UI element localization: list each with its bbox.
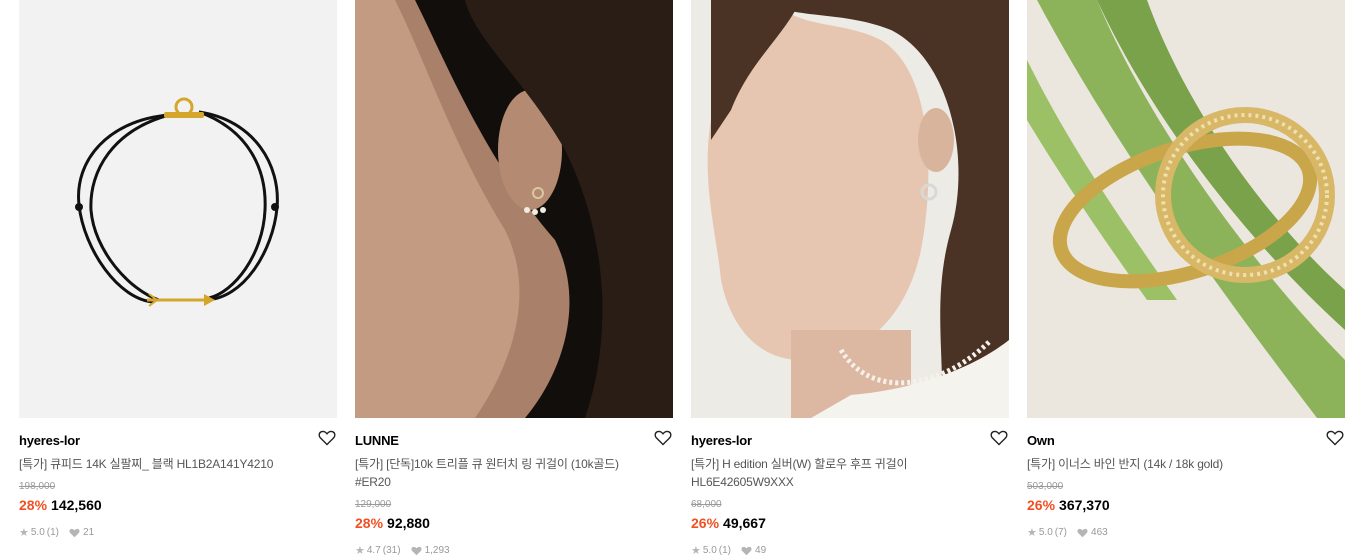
like-count: 49 [755,545,767,556]
star-icon: ★ [19,527,29,539]
like-heart-icon [69,528,80,537]
product-image[interactable] [691,0,1009,418]
product-title[interactable]: [특가] 이너스 바인 반지 (14k / 18k gold) [1027,455,1327,473]
discount-rate: 26% [691,515,720,531]
product-card[interactable]: hyeres-lor [특가] H edition 실버(W) 할로우 후프 귀… [691,0,1009,557]
sale-price: 92,880 [387,515,430,531]
discount-rate: 28% [355,515,384,531]
sale-price: 49,667 [723,515,766,531]
like-count: 1,293 [424,545,450,556]
product-card[interactable]: hyeres-lor [특가] 큐피드 14K 실팔찌_ 블랙 HL1B2A14… [19,0,337,549]
sale-price: 142,560 [51,497,102,513]
review-count: (1) [718,545,732,556]
product-meta: ★ 4.7 (31) 1,293 [355,544,450,557]
bracelet-image [19,0,337,418]
product-image[interactable] [355,0,673,418]
rating: 5.0 [702,545,717,556]
like-count: 21 [83,527,95,538]
product-title[interactable]: [특가] 큐피드 14K 실팔찌_ 블랙 HL1B2A141Y4210 [19,455,319,473]
heart-icon[interactable] [318,430,336,446]
like-heart-icon [741,546,752,555]
price-row: 28% 142,560 [19,497,102,513]
heart-icon[interactable] [1326,430,1344,446]
star-icon: ★ [355,545,365,557]
product-meta: ★ 5.0 (1) 49 [691,544,766,557]
original-price: 68,000 [691,499,722,510]
discount-rate: 28% [19,497,48,513]
product-card[interactable]: Own [특가] 이너스 바인 반지 (14k / 18k gold) 503,… [1027,0,1345,549]
brand-name[interactable]: hyeres-lor [691,433,752,448]
rating: 5.0 [30,527,45,538]
like-heart-icon [411,546,422,555]
product-title[interactable]: [특가] H edition 실버(W) 할로우 후프 귀걸이 HL6E4260… [691,455,991,491]
product-card[interactable]: LUNNE [특가] [단독]10k 트리플 큐 원터치 링 귀걸이 (10k골… [355,0,673,557]
brand-name[interactable]: LUNNE [355,433,399,448]
like-count: 463 [1091,527,1108,538]
brand-name[interactable]: hyeres-lor [19,433,80,448]
brand-name[interactable]: Own [1027,433,1055,448]
product-image[interactable] [19,0,337,418]
original-price: 503,000 [1027,481,1064,492]
star-icon: ★ [1027,527,1037,539]
hoop-earring-model-image [691,0,1009,418]
rating: 4.7 [366,545,381,556]
rating: 5.0 [1038,527,1053,538]
product-meta: ★ 5.0 (7) 463 [1027,526,1108,539]
product-grid: hyeres-lor [특가] 큐피드 14K 실팔찌_ 블랙 HL1B2A14… [0,0,1349,557]
heart-icon[interactable] [654,430,672,446]
sale-price: 367,370 [1059,497,1110,513]
review-count: (7) [1054,527,1068,538]
earring-model-image [355,0,673,418]
original-price: 129,000 [355,499,392,510]
product-title[interactable]: [특가] [단독]10k 트리플 큐 원터치 링 귀걸이 (10k골드) #ER… [355,455,655,491]
price-row: 26% 49,667 [691,515,766,531]
review-count: (1) [46,527,60,538]
star-icon: ★ [691,545,701,557]
product-image[interactable] [1027,0,1345,418]
original-price: 198,000 [19,481,56,492]
product-meta: ★ 5.0 (1) 21 [19,526,94,539]
price-row: 28% 92,880 [355,515,430,531]
ring-image [1027,0,1345,418]
discount-rate: 26% [1027,497,1056,513]
heart-icon[interactable] [990,430,1008,446]
price-row: 26% 367,370 [1027,497,1110,513]
like-heart-icon [1077,528,1088,537]
review-count: (31) [382,545,401,556]
